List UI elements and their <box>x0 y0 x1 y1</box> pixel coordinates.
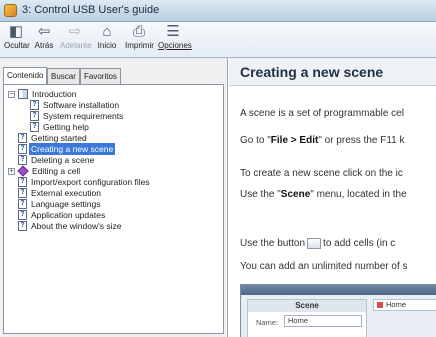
page-icon: ? <box>18 210 27 220</box>
embedded-home-tab: Home <box>373 299 436 311</box>
text-fragment: to add cells (in c <box>323 238 396 250</box>
forward-arrow-icon: ⇨ <box>68 23 82 40</box>
page-icon: ? <box>18 155 27 165</box>
hide-button-label: Ocultar <box>4 41 30 50</box>
text-fragment: Use the button <box>240 238 306 250</box>
contents-tree: − Introduction ? Software installation ?… <box>3 84 224 334</box>
book-icon <box>18 89 28 99</box>
hide-button[interactable]: ◧ Ocultar <box>4 23 30 56</box>
home-icon: ⌂ <box>102 23 112 40</box>
menu-path-text: File > Edit <box>270 135 319 146</box>
text-fragment: Use the " <box>240 189 281 200</box>
paragraph-add-cells: Use the button to add cells (in c <box>240 238 395 249</box>
paragraph-create-scene: To create a new scene click on the ic <box>240 168 403 179</box>
page-icon: ? <box>30 122 39 132</box>
app-icon <box>4 4 17 17</box>
back-button-label: Atrás <box>34 41 54 50</box>
page-icon: ? <box>18 221 27 231</box>
paragraph-file-edit: Go to "File > Edit" or press the F11 k <box>240 135 405 146</box>
page-icon: ? <box>30 100 39 110</box>
paragraph-intro: A scene is a set of programmable cel <box>240 108 404 119</box>
embedded-name-label: Name: <box>256 318 279 327</box>
print-button-label: Imprimir <box>125 41 154 50</box>
help-window: 3: Control USB User's guide ◧ Ocultar ⇦ … <box>0 0 436 337</box>
hide-pane-icon: ◧ <box>8 23 24 40</box>
page-icon: ? <box>18 199 27 209</box>
collapse-toggle[interactable]: − <box>8 91 15 98</box>
window-title: 3: Control USB User's guide <box>22 4 160 16</box>
options-button[interactable]: ☰ Opciones <box>158 23 192 56</box>
home-button[interactable]: ⌂ Inicio <box>96 24 118 56</box>
text-fragment: Go to " <box>240 135 271 146</box>
page-heading-bar: Creating a new scene <box>229 58 436 86</box>
page-icon: ? <box>18 188 27 198</box>
tab-contents[interactable]: Contenido <box>3 67 48 85</box>
printer-icon: ⎙ <box>132 23 145 40</box>
navigation-pane: Contenido Buscar Favoritos − Introductio… <box>0 58 228 337</box>
tree-item-about-window-size[interactable]: About the window's size <box>29 220 123 232</box>
back-button[interactable]: ⇦ Atrás <box>33 24 55 56</box>
title-bar[interactable]: 3: Control USB User's guide <box>0 0 436 22</box>
embedded-panel-title: Scene <box>248 300 366 312</box>
add-cell-button-icon <box>307 238 322 249</box>
text-fragment: " menu, located in the <box>310 189 407 200</box>
tree-item-label: About the window's size <box>31 221 122 231</box>
diamond-icon <box>17 165 29 177</box>
tab-search[interactable]: Buscar <box>47 68 80 84</box>
expand-toggle[interactable]: + <box>8 168 15 175</box>
options-button-label: Opciones <box>158 41 192 50</box>
nav-tabs: Contenido Buscar Favoritos <box>0 67 228 85</box>
tab-favorites[interactable]: Favoritos <box>80 68 121 84</box>
page-icon: ? <box>30 111 39 121</box>
embedded-scene-panel: Scene Name: Home <box>247 299 367 337</box>
page-icon: ? <box>18 144 27 154</box>
home-button-label: Inicio <box>97 41 117 50</box>
print-button[interactable]: ⎙ Imprimir <box>125 23 154 56</box>
options-icon: ☰ <box>166 23 180 40</box>
page-title: Creating a new scene <box>240 64 384 80</box>
embedded-screenshot: Scene Name: Home Home <box>240 284 436 337</box>
toolbar: ◧ Ocultar ⇦ Atrás ⇨ Adelante ⌂ Inicio ⎙ … <box>0 22 436 58</box>
paragraph-scene-menu: Use the "Scene" menu, located in the <box>240 189 407 200</box>
page-icon: ? <box>18 177 27 187</box>
content-pane: Creating a new scene A scene is a set of… <box>229 58 436 337</box>
back-arrow-icon: ⇦ <box>37 23 51 40</box>
home-tab-icon <box>377 302 383 308</box>
text-fragment: " or press the F11 k <box>318 135 405 146</box>
embedded-name-field: Home <box>284 315 362 327</box>
embedded-title-bar <box>241 285 436 295</box>
paragraph-unlimited: You can add an unlimited number of s <box>240 261 408 272</box>
menu-name-text: Scene <box>280 189 311 200</box>
page-icon: ? <box>18 133 27 143</box>
embedded-tab-label: Home <box>386 300 407 309</box>
forward-button[interactable]: ⇨ Adelante <box>60 23 92 56</box>
forward-button-label: Adelante <box>60 41 92 50</box>
